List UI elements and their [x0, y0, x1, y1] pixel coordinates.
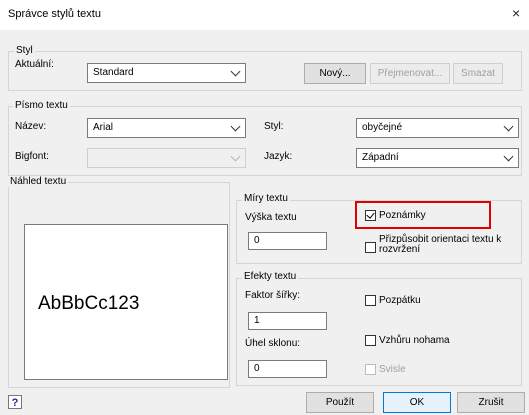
backwards-label: Pozpátku — [379, 295, 421, 306]
rename-style-button[interactable]: Přejmenovat... — [370, 63, 450, 84]
vertical-checkbox[interactable] — [365, 364, 376, 375]
annotative-label: Poznámky — [379, 210, 426, 221]
check-icon — [366, 210, 375, 219]
annotative-checkbox[interactable] — [365, 210, 376, 221]
width-factor-input[interactable]: 1 — [248, 312, 327, 330]
delete-style-button[interactable]: Smazat — [453, 63, 503, 84]
bigfont-dropdown[interactable] — [87, 148, 246, 168]
oblique-angle-input[interactable]: 0 — [248, 360, 327, 378]
preview-sample-text: AbBbCc123 — [38, 293, 140, 314]
backwards-checkbox[interactable] — [365, 295, 376, 306]
language-label: Jazyk: — [264, 151, 293, 162]
style-group-label: Styl — [14, 45, 35, 56]
font-style-dropdown[interactable]: obyčejné — [356, 118, 519, 138]
oblique-angle-label: Úhel sklonu: — [245, 338, 301, 349]
new-style-button[interactable]: Nový... — [304, 63, 366, 84]
font-name-label: Název: — [15, 121, 47, 132]
current-style-dropdown[interactable]: Standard — [87, 63, 246, 83]
text-sizes-group-label: Míry textu — [242, 193, 290, 204]
cancel-button[interactable]: Zrušit — [457, 392, 525, 413]
vertical-label: Svisle — [379, 364, 406, 375]
upside-down-checkbox[interactable] — [365, 335, 376, 346]
font-name-value: Arial — [93, 122, 114, 133]
font-style-label: Styl: — [264, 121, 284, 132]
chevron-down-icon — [230, 151, 241, 162]
current-style-value: Standard — [93, 67, 134, 78]
preview-group-label: Náhled textu — [8, 176, 69, 187]
ok-button[interactable]: OK — [383, 392, 451, 413]
help-icon[interactable]: ? — [8, 395, 22, 409]
chevron-down-icon — [503, 151, 514, 162]
text-height-input[interactable]: 0 — [248, 232, 327, 250]
match-orientation-label-line2: rozvržení — [379, 244, 421, 255]
close-icon[interactable]: × — [512, 5, 520, 21]
bigfont-label: Bigfont: — [15, 151, 49, 162]
window-title: Správce stylů textu — [8, 8, 101, 20]
width-factor-label: Faktor šířky: — [245, 290, 301, 301]
language-dropdown[interactable]: Západní — [356, 148, 519, 168]
language-value: Západní — [362, 152, 399, 163]
match-orientation-label: Přizpůsobit orientaci textu k rozvržení — [379, 235, 501, 255]
upside-down-label: Vzhůru nohama — [379, 335, 450, 346]
font-name-dropdown[interactable]: Arial — [87, 118, 246, 138]
text-effects-group-label: Efekty textu — [242, 271, 299, 282]
chevron-down-icon — [230, 66, 241, 77]
chevron-down-icon — [503, 121, 514, 132]
font-group-label: Písmo textu — [13, 100, 70, 111]
chevron-down-icon — [230, 121, 241, 132]
match-orientation-checkbox[interactable] — [365, 242, 376, 253]
font-style-value: obyčejné — [362, 122, 403, 133]
text-height-label: Výška textu — [245, 212, 297, 223]
current-style-label: Aktuální: — [15, 59, 54, 70]
apply-button[interactable]: Použít — [306, 392, 374, 413]
